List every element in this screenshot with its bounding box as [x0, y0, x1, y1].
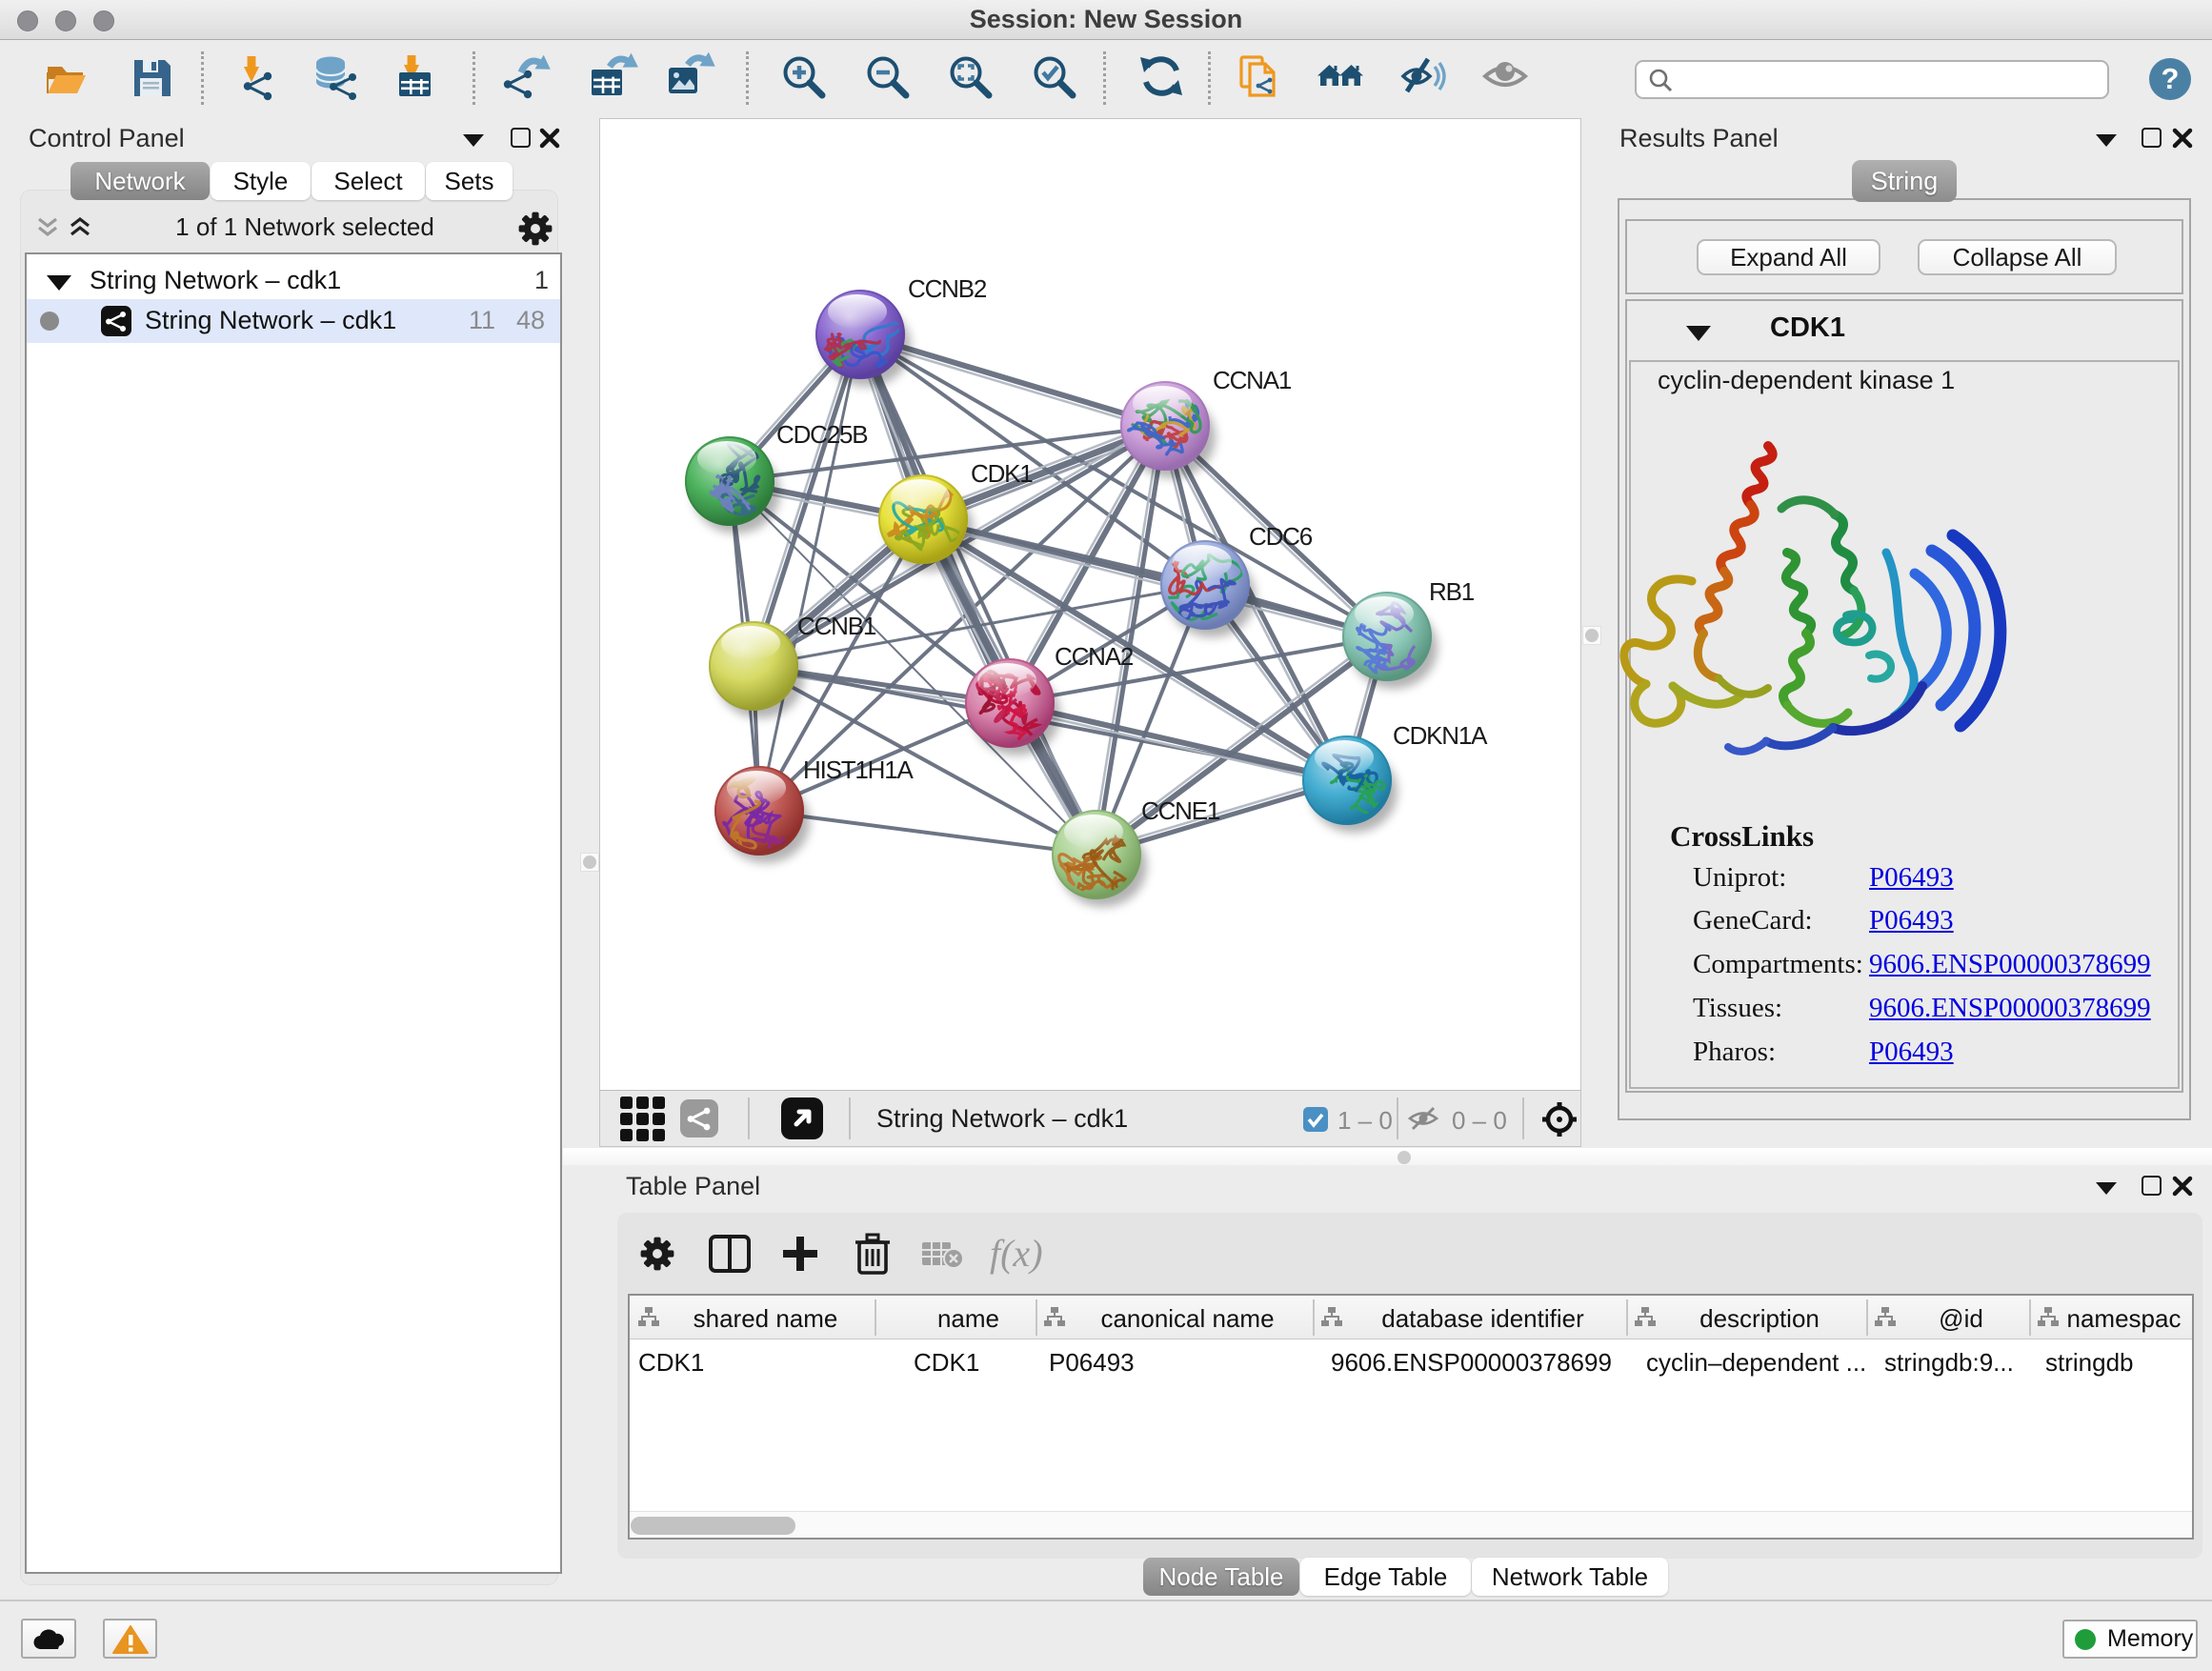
- svg-text:CDKN1A: CDKN1A: [1393, 721, 1488, 750]
- svg-text:CCNA1: CCNA1: [1213, 366, 1292, 394]
- svg-text:CCNA2: CCNA2: [1055, 642, 1134, 671]
- svg-text:CDK1: CDK1: [971, 459, 1033, 488]
- svg-text:HIST1H1A: HIST1H1A: [803, 755, 915, 784]
- svg-text:RB1: RB1: [1429, 577, 1475, 606]
- svg-text:CDC25B: CDC25B: [776, 420, 867, 449]
- svg-text:CDC6: CDC6: [1249, 522, 1313, 551]
- svg-text:CCNB1: CCNB1: [797, 612, 876, 640]
- svg-text:CCNB2: CCNB2: [908, 274, 987, 303]
- svg-text:CCNE1: CCNE1: [1141, 796, 1220, 825]
